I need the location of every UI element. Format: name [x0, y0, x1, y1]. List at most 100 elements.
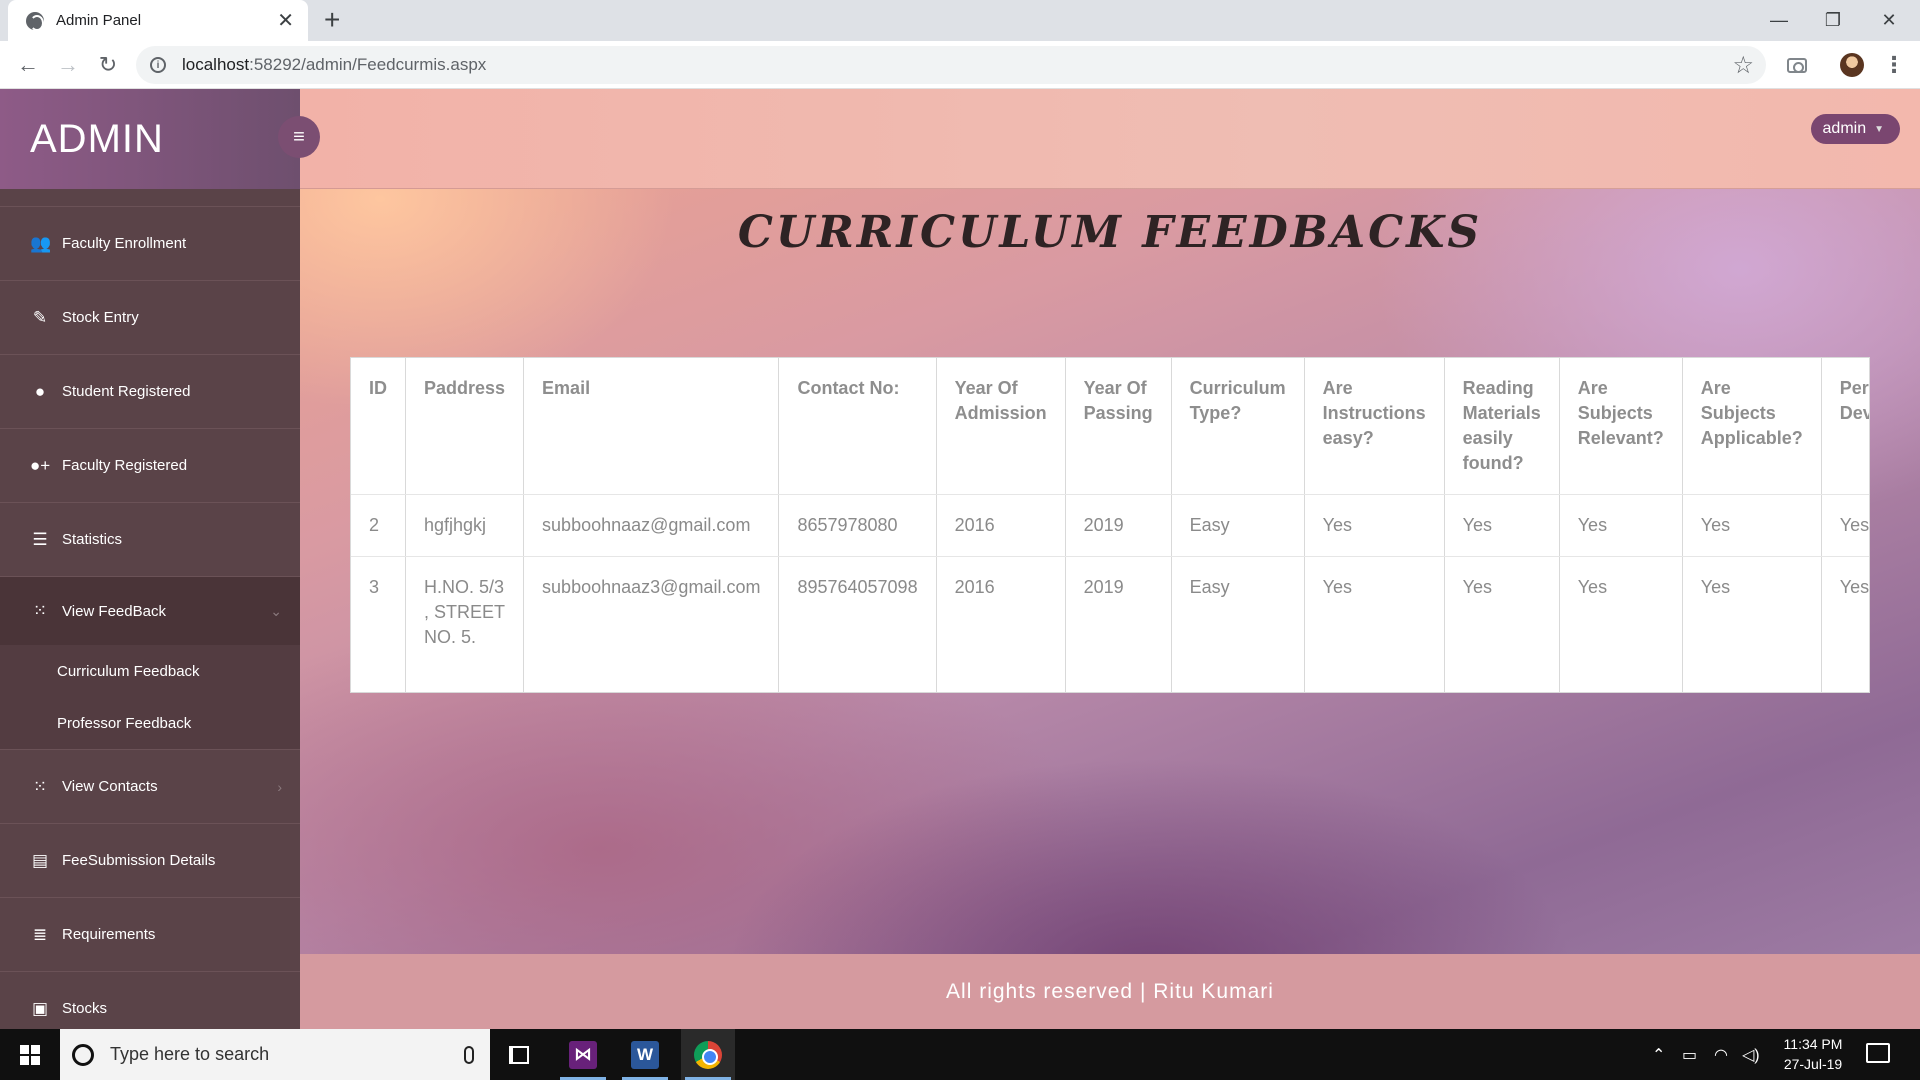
sidebar-item-view-feedback[interactable]: ⁙ View FeedBack ⌄ [0, 577, 300, 645]
submenu-professor-feedback[interactable]: Professor Feedback [0, 697, 300, 749]
visual-studio-icon: ⋈ [569, 1040, 597, 1069]
table-cell: 2016 [935, 494, 1066, 557]
sidebar: ADMIN 👥 Faculty Enrollment ✎ Stock Entry… [0, 89, 300, 1029]
forward-arrow-icon[interactable]: → [54, 51, 82, 79]
clock-time: 11:34 PM [1783, 1036, 1843, 1052]
sidebar-item-label: Faculty Registered [62, 457, 188, 474]
cortana-icon [72, 1043, 94, 1066]
submenu-curriculum-feedback[interactable]: Curriculum Feedback [0, 645, 300, 697]
table-cell: 2 [351, 494, 406, 557]
taskbar-clock[interactable]: 11:34 PM 27-Jul-19 [1768, 1034, 1858, 1074]
table-cell: hgfjhgkj [404, 494, 524, 557]
column-header-year-admission: Year Of Admission [935, 358, 1066, 495]
browser-toolbar: ← → ↻ i localhost:58292/admin/Feedcurmis… [0, 41, 1920, 89]
column-header-year-passing: Year Of Passing [1064, 358, 1172, 495]
table-cell: subboohnaaz@gmail.com [523, 494, 779, 557]
chrome-menu-icon[interactable]: ⋮ [1880, 51, 1908, 79]
feedback-table-container[interactable]: ID Paddress Email Contact No: Year Of Ad… [350, 357, 1870, 693]
sidebar-item-student-registered[interactable]: ● Student Registered [0, 355, 300, 429]
url-path: :58292/admin/Feedcurmis.aspx [249, 55, 487, 74]
user-icon: ● [34, 381, 46, 401]
maximize-button[interactable]: ❐ [1810, 0, 1856, 41]
column-header-subjects-relevant: Are Subjects Relevant? [1558, 358, 1683, 495]
profile-avatar[interactable] [1838, 51, 1866, 79]
info-icon[interactable]: i [150, 57, 166, 73]
users-icon: 👥 [30, 233, 52, 253]
column-header-paddress: Paddress [404, 358, 524, 495]
list-icon: ☰ [32, 529, 48, 549]
battery-icon[interactable]: ▭ [1682, 1029, 1697, 1080]
sidebar-item-label: View FeedBack [62, 602, 166, 620]
sidebar-item-label: Faculty Enrollment [62, 235, 187, 252]
sidebar-item-faculty-registered[interactable]: ●+ Faculty Registered [0, 429, 300, 503]
address-bar[interactable]: i localhost:58292/admin/Feedcurmis.aspx … [136, 46, 1766, 84]
table-cell: H.NO. 5/3 , STREET NO. 5. [404, 556, 524, 692]
sidebar-item-stocks[interactable]: ▣ Stocks [0, 972, 300, 1029]
window-close-button[interactable]: ✕ [1866, 0, 1912, 41]
sidebar-toggle-button[interactable]: ≡ [278, 116, 320, 158]
top-header: admin ▼ [300, 89, 1920, 189]
chrome-taskbar-app[interactable] [681, 1029, 735, 1080]
table-cell: Yes [1820, 556, 1869, 692]
admin-user-dropdown[interactable]: admin ▼ [1810, 114, 1900, 144]
sidebar-item-stock-entry[interactable]: ✎ Stock Entry [0, 281, 300, 355]
column-header-email: Email [523, 358, 779, 495]
visual-studio-taskbar-app[interactable]: ⋈ [556, 1029, 610, 1080]
column-header-contact: Contact No: [778, 358, 937, 495]
table-row: 3 H.NO. 5/3 , STREET NO. 5. subboohnaaz3… [351, 556, 1869, 692]
column-header-personality-development: Personality Development? [1820, 358, 1869, 495]
reload-icon[interactable]: ↻ [94, 51, 122, 79]
sidebar-item-label: Stocks [62, 1000, 108, 1017]
chrome-icon [694, 1040, 722, 1069]
column-header-reading-materials: Reading Materials easily found? [1443, 358, 1560, 495]
microphone-icon[interactable] [464, 1045, 474, 1064]
sidebar-item-label: FeeSubmission Details [62, 852, 216, 869]
brand-header: ADMIN [0, 89, 300, 189]
table-row: 2 hgfjhgkj subboohnaaz@gmail.com 8657978… [351, 494, 1869, 557]
tasks-icon: ≣ [32, 924, 48, 944]
table-cell: Easy [1170, 494, 1305, 557]
volume-icon[interactable]: ◁) [1742, 1029, 1760, 1080]
sidebar-item-faculty-enrollment[interactable]: 👥 Faculty Enrollment [0, 207, 300, 281]
table-header-row: ID Paddress Email Contact No: Year Of Ad… [351, 358, 1869, 495]
camera-icon[interactable] [1783, 51, 1811, 79]
sidebar-item-fee-submission[interactable]: ▤ FeeSubmission Details [0, 824, 300, 898]
browser-tab[interactable]: Admin Panel ✕ [8, 0, 308, 41]
word-taskbar-app[interactable]: W [618, 1029, 672, 1080]
table-cell: Easy [1170, 556, 1305, 692]
tab-close-button[interactable]: ✕ [277, 11, 294, 31]
book-icon: ▤ [31, 850, 49, 870]
clock-date: 27-Jul-19 [1783, 1056, 1843, 1072]
column-header-id: ID [351, 358, 406, 495]
table-cell: Yes [1443, 556, 1560, 692]
taskbar-search-box[interactable]: Type here to search [60, 1029, 490, 1080]
taskbar-search-placeholder: Type here to search [110, 1044, 270, 1064]
browser-tabbar: Admin Panel ✕ + — ❐ ✕ [0, 0, 1920, 41]
back-arrow-icon[interactable]: ← [14, 51, 42, 79]
sidebar-item-view-contacts[interactable]: ⁙ View Contacts › [0, 750, 300, 824]
table-cell: Yes [1303, 494, 1445, 557]
windows-taskbar: Type here to search ⋈ W ⌃ ▭ ◠ ◁) 11:34 P… [0, 1029, 1920, 1080]
wifi-icon[interactable]: ◠ [1714, 1029, 1728, 1080]
table-cell: 8657978080 [778, 494, 937, 557]
bookmark-star-icon[interactable]: ☆ [1732, 51, 1754, 80]
column-header-subjects-applicable: Are Subjects Applicable? [1681, 358, 1822, 495]
table-cell: Yes [1681, 494, 1822, 557]
main-content: admin ▼ CURRICULUM FEEDBACKS ID Paddress… [300, 89, 1920, 1029]
sidebar-item-requirements[interactable]: ≣ Requirements [0, 898, 300, 972]
word-icon: W [631, 1040, 659, 1069]
minimize-button[interactable]: — [1756, 0, 1802, 41]
notification-center-icon[interactable] [1866, 1043, 1890, 1063]
windows-start-button[interactable] [0, 1029, 60, 1080]
sidebar-item-statistics[interactable]: ☰ Statistics [0, 503, 300, 577]
user-plus-icon: ●+ [30, 455, 51, 475]
table-cell: Yes [1443, 494, 1560, 557]
table-cell: Yes [1820, 494, 1869, 557]
chevron-right-icon: › [277, 778, 282, 795]
windows-logo-icon [20, 1044, 40, 1065]
page-title: CURRICULUM FEEDBACKS [737, 207, 1483, 258]
tray-chevron-up-icon[interactable]: ⌃ [1652, 1029, 1665, 1080]
column-header-instructions-easy: Are Instructions easy? [1303, 358, 1445, 495]
task-view-button[interactable] [492, 1029, 546, 1080]
new-tab-button[interactable]: + [324, 6, 340, 34]
